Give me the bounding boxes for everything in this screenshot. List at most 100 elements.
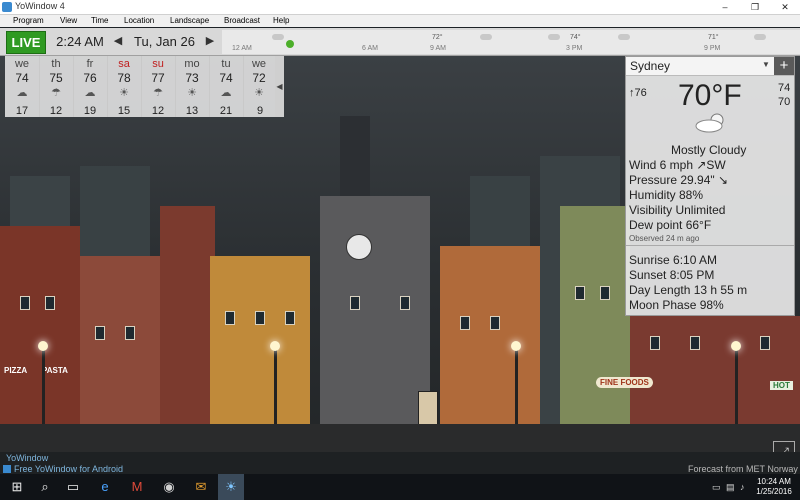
- timeline-hour-label: 9 AM: [430, 45, 446, 52]
- app-icon[interactable]: ✉: [188, 474, 214, 500]
- forecast-day[interactable]: mo 73 ☀ 13: [175, 56, 210, 117]
- taskbar: ⊞ ⌕ ▭ e M ◉ ✉ ☀ ▭ ▤ ♪ 10:24 AM 1/25/2016: [0, 474, 800, 500]
- gmail-icon[interactable]: M: [124, 474, 150, 500]
- feels-like-temp: ↑76: [629, 87, 647, 99]
- low-temp: 70: [778, 96, 791, 108]
- network-icon[interactable]: ▤: [726, 482, 735, 493]
- forecast-source-link[interactable]: Forecast from MET Norway: [688, 464, 798, 474]
- android-promo-link[interactable]: Free YoWindow for Android: [14, 464, 123, 474]
- forecast-day-temp: 73: [185, 71, 199, 85]
- forecast-day-name: tu: [221, 58, 231, 70]
- cloud-icon: ☁: [220, 87, 232, 99]
- forecast-day[interactable]: tu 74 ☁ 21: [209, 56, 244, 117]
- cloud-icon: ☁: [16, 87, 28, 99]
- street-lamp: [42, 346, 45, 426]
- yowindow-app-icon: [2, 2, 12, 12]
- window: [95, 326, 105, 340]
- fine-foods-sign: FINE FOODS: [596, 377, 653, 388]
- taskbar-date: 1/25/2016: [756, 487, 792, 496]
- window: [760, 336, 770, 350]
- live-button[interactable]: LIVE: [6, 31, 46, 54]
- menu-view[interactable]: View: [60, 16, 77, 25]
- cloud-icon: [754, 34, 766, 40]
- window: [255, 311, 265, 325]
- brand-link[interactable]: YoWindow: [6, 453, 48, 463]
- title-bar: YoWindow 4 – ❐ ✕: [0, 0, 800, 15]
- volume-icon[interactable]: ♪: [740, 482, 745, 492]
- wind-row: Wind 6 mph ↗SW: [629, 158, 726, 172]
- city-name[interactable]: Sydney: [630, 59, 670, 73]
- pressure-row: Pressure 29.94" ↘: [629, 173, 729, 187]
- forecast-day-name: we: [14, 58, 30, 70]
- status-bar: YoWindow Free YoWindow for Android Forec…: [0, 452, 800, 474]
- window: [125, 326, 135, 340]
- current-time[interactable]: 2:24 AM: [52, 31, 108, 52]
- street-lamp: [274, 346, 277, 426]
- prev-day-button[interactable]: ◀: [112, 31, 124, 52]
- current-date[interactable]: Tu, Jan 26: [134, 31, 195, 52]
- taskbar-clock[interactable]: 10:24 AM 1/25/2016: [754, 477, 794, 497]
- forecast-scroll-button[interactable]: ◀: [275, 56, 284, 117]
- minimize-button[interactable]: –: [710, 0, 740, 14]
- sun-cloud-icon: ☀: [119, 87, 129, 99]
- forecast-strip: we 74 ☁ 17 th 75 ☂ 12 fr 76 ☁ 19 sa 78 ☀…: [5, 56, 284, 117]
- battery-icon[interactable]: ▭: [712, 482, 721, 493]
- task-view-icon[interactable]: ▭: [60, 474, 86, 500]
- timeline-temp: 71°: [708, 34, 719, 41]
- timeline-slider[interactable]: 12 AM 6 AM 9 AM 3 PM 9 PM 72° 74° 71°: [222, 30, 800, 54]
- city-selector[interactable]: Sydney ▼ +: [626, 57, 794, 76]
- forecast-day-wind: 21: [219, 105, 233, 117]
- clock-icon: [346, 234, 372, 260]
- menu-broadcast[interactable]: Broadcast: [224, 16, 260, 25]
- window: [490, 316, 500, 330]
- app-icon[interactable]: ◉: [156, 474, 182, 500]
- building-red: [0, 226, 80, 426]
- chevron-down-icon[interactable]: ▼: [762, 60, 770, 69]
- forecast-day-wind: 12: [49, 105, 63, 117]
- taskbar-time: 10:24 AM: [757, 477, 791, 486]
- menu-landscape[interactable]: Landscape: [170, 16, 209, 25]
- menu-location[interactable]: Location: [124, 16, 154, 25]
- current-conditions-panel: Sydney ▼ + ↑76 70°F 74 70 Mostly Cloudy …: [625, 56, 795, 316]
- forecast-day-temp: 77: [151, 71, 165, 85]
- forecast-day[interactable]: th 75 ☂ 12: [39, 56, 74, 117]
- forecast-day-name: th: [51, 58, 61, 70]
- forecast-day[interactable]: fr 76 ☁ 19: [73, 56, 108, 117]
- search-icon[interactable]: ⌕: [32, 474, 58, 500]
- close-button[interactable]: ✕: [770, 0, 800, 14]
- forecast-day[interactable]: su 77 ☂ 12: [141, 56, 176, 117]
- cloud-icon: ☁: [84, 87, 96, 99]
- window: [350, 296, 360, 310]
- timeline-now-handle[interactable]: [286, 40, 294, 48]
- street-lamp: [515, 346, 518, 426]
- menu-help[interactable]: Help: [273, 16, 289, 25]
- yowindow-taskbar-icon[interactable]: ☀: [218, 474, 244, 500]
- add-location-button[interactable]: +: [774, 57, 794, 75]
- sunrise-row: Sunrise 6:10 AM: [629, 253, 718, 267]
- cloud-icon: [618, 34, 630, 40]
- humidity-row: Humidity 88%: [629, 188, 704, 202]
- building-orange: [440, 246, 540, 426]
- forecast-day[interactable]: sa 78 ☀ 15: [107, 56, 142, 117]
- window: [575, 286, 585, 300]
- timeline-temp: 72°: [432, 34, 443, 41]
- menu-program[interactable]: Program: [13, 16, 44, 25]
- time-bar: LIVE 2:24 AM ◀ Tu, Jan 26 ▶ 12 AM 6 AM 9…: [0, 28, 800, 56]
- sun-cloud-icon: ☀: [254, 87, 264, 99]
- windows-start-icon[interactable]: ⊞: [4, 474, 30, 500]
- next-day-button[interactable]: ▶: [204, 31, 216, 52]
- day-length-row: Day Length 13 h 55 m: [629, 283, 748, 297]
- building-red: [630, 316, 800, 426]
- window: [225, 311, 235, 325]
- edge-browser-icon[interactable]: e: [92, 474, 118, 500]
- divider: [626, 245, 794, 246]
- timeline-hour-label: 3 PM: [566, 45, 583, 52]
- menu-time[interactable]: Time: [91, 16, 108, 25]
- maximize-button[interactable]: ❐: [740, 0, 770, 14]
- forecast-day-wind: 13: [185, 105, 199, 117]
- timeline-hour-label: 9 PM: [704, 45, 721, 52]
- android-icon: [3, 465, 11, 473]
- building-yellow: [210, 256, 310, 426]
- forecast-day[interactable]: we 74 ☁ 17: [5, 56, 40, 117]
- forecast-day[interactable]: we 72 ☀ 9: [243, 56, 276, 117]
